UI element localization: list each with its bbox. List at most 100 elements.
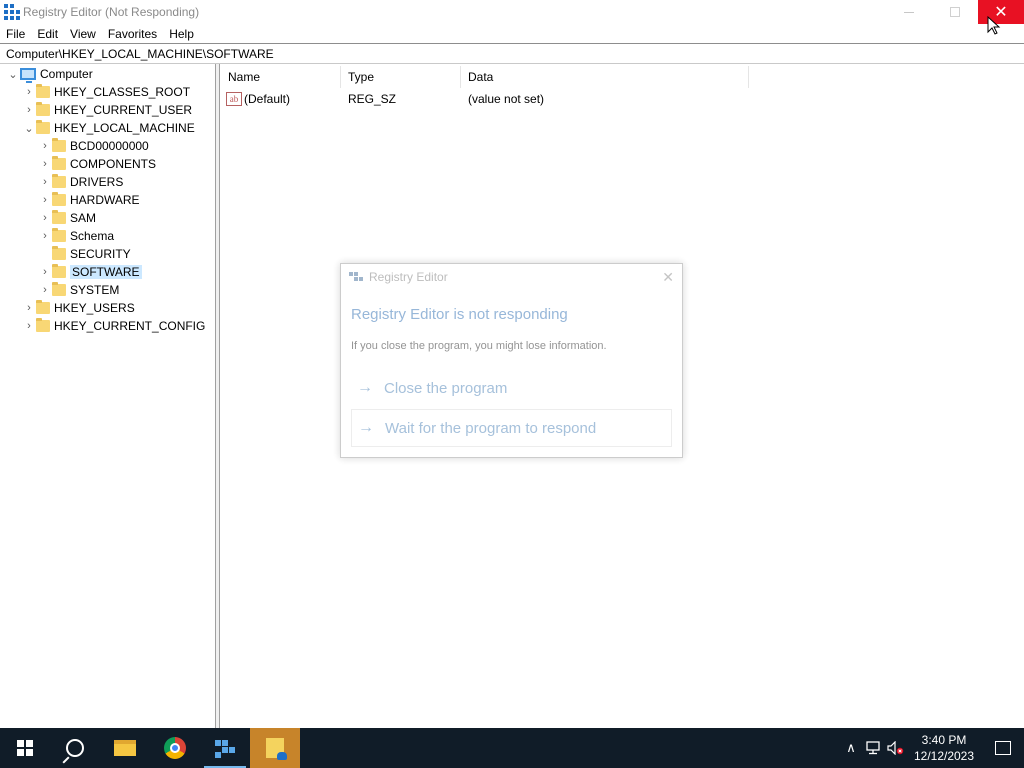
windows-logo-icon [17,740,33,756]
tree-item[interactable]: › HKEY_CURRENT_CONFIG [22,317,205,335]
close-program-label: Close the program [384,379,508,397]
notification-icon [995,741,1011,755]
column-name-header[interactable]: Name [221,66,341,88]
tree-item-label: HARDWARE [70,193,140,207]
close-program-button[interactable]: → Close the program [351,369,672,407]
window-controls: ✕ [886,0,1024,24]
registry-editor-icon [4,4,20,20]
tree-item-label: BCD00000000 [70,139,149,153]
tree-item-label: SOFTWARE [70,265,142,279]
system-tray: ∧ 3:40 PM 12/12/2023 [840,728,1024,768]
expand-icon[interactable]: › [22,317,36,335]
tree-line [38,245,52,263]
folder-icon [52,246,66,260]
tree-item[interactable]: › SYSTEM [38,281,119,299]
menu-help[interactable]: Help [163,27,200,41]
expand-icon[interactable]: › [38,227,52,245]
wait-program-label: Wait for the program to respond [385,419,597,437]
tree-item[interactable]: › COMPONENTS [38,155,156,173]
not-responding-dialog: Registry Editor ✕ Registry Editor is not… [340,263,683,458]
maximize-button[interactable] [932,0,978,24]
sticky-notes-button[interactable] [250,728,300,768]
action-center-button[interactable] [982,728,1024,768]
expand-icon[interactable]: › [22,299,36,317]
expand-icon[interactable]: › [38,173,52,191]
string-value-icon: ab [226,92,242,106]
expand-icon[interactable]: › [38,155,52,173]
clock[interactable]: 3:40 PM 12/12/2023 [906,732,982,764]
menu-favorites[interactable]: Favorites [102,27,163,41]
folder-icon [52,264,66,278]
folder-icon [36,102,50,116]
value-name: (Default) [244,92,291,106]
tree-item-label: Schema [70,229,115,243]
menu-view[interactable]: View [64,27,102,41]
menu-bar: File Edit View Favorites Help [0,24,1024,43]
tree-item-label: SECURITY [70,247,131,261]
tree-item[interactable]: › Schema [38,227,114,245]
address-bar[interactable]: Computer\HKEY_LOCAL_MACHINE\SOFTWARE [0,43,1024,64]
mouse-cursor-icon [987,16,1001,35]
folder-icon [52,156,66,170]
tree-item[interactable]: › SOFTWARE [38,263,142,281]
menu-file[interactable]: File [0,27,31,41]
tree-item[interactable]: SECURITY [38,245,131,263]
folder-icon [52,138,66,152]
tree-item-label: HKEY_CURRENT_USER [54,103,193,117]
expand-icon[interactable]: › [22,83,36,101]
tree-item-computer[interactable]: ⌄ Computer [6,65,93,83]
pane-splitter[interactable] [216,64,220,728]
folder-icon [114,740,136,756]
minimize-icon [904,11,914,13]
show-hidden-icons-button[interactable]: ∧ [840,728,862,768]
tree-item[interactable]: › BCD00000000 [38,137,149,155]
expand-icon[interactable]: › [38,281,52,299]
registry-editor-icon [349,270,363,284]
tree-item-label: HKEY_CURRENT_CONFIG [54,319,206,333]
tree-item[interactable]: › HKEY_CLASSES_ROOT [22,83,190,101]
tree-item-label: HKEY_LOCAL_MACHINE [54,121,195,135]
list-item[interactable]: ab (Default) REG_SZ (value not set) [221,90,749,108]
network-icon[interactable] [862,728,884,768]
folder-icon [52,228,66,242]
expand-icon[interactable]: › [38,137,52,155]
tree-item-label: SYSTEM [70,283,120,297]
tree-item[interactable]: › HKEY_USERS [22,299,135,317]
dialog-title: Registry Editor [369,270,448,284]
folder-icon [36,120,50,134]
expand-icon[interactable]: › [38,209,52,227]
close-button[interactable]: ✕ [978,0,1024,24]
tree-item[interactable]: › SAM [38,209,96,227]
chrome-icon [164,737,186,759]
tree-item[interactable]: › HARDWARE [38,191,140,209]
search-button[interactable] [50,728,100,768]
tree-item[interactable]: › HKEY_CURRENT_USER [22,101,192,119]
tree-item[interactable]: ⌄ HKEY_LOCAL_MACHINE [22,119,195,137]
registry-editor-icon [215,738,235,758]
wait-for-program-button[interactable]: → Wait for the program to respond [351,409,672,447]
expand-icon[interactable]: › [22,101,36,119]
folder-icon [52,210,66,224]
menu-edit[interactable]: Edit [31,27,64,41]
minimize-button[interactable] [886,0,932,24]
folder-icon [36,318,50,332]
dialog-close-button[interactable]: ✕ [662,269,674,286]
volume-muted-icon[interactable] [884,728,906,768]
address-path: Computer\HKEY_LOCAL_MACHINE\SOFTWARE [6,46,274,61]
folder-icon [36,84,50,98]
window-title: Registry Editor (Not Responding) [23,5,200,19]
file-explorer-button[interactable] [100,728,150,768]
collapse-icon[interactable]: ⌄ [22,119,36,137]
column-data-header[interactable]: Data [461,66,749,88]
tree-item[interactable]: › DRIVERS [38,173,123,191]
registry-editor-taskbar-button[interactable] [200,728,250,768]
chrome-button[interactable] [150,728,200,768]
column-type-header[interactable]: Type [341,66,461,88]
collapse-icon[interactable]: ⌄ [6,65,20,83]
expand-icon[interactable]: › [38,191,52,209]
arrow-right-icon: → [358,419,374,436]
expand-icon[interactable]: › [38,263,52,281]
folder-icon [52,282,66,296]
start-button[interactable] [0,728,50,768]
tree-item-label: SAM [70,211,97,225]
